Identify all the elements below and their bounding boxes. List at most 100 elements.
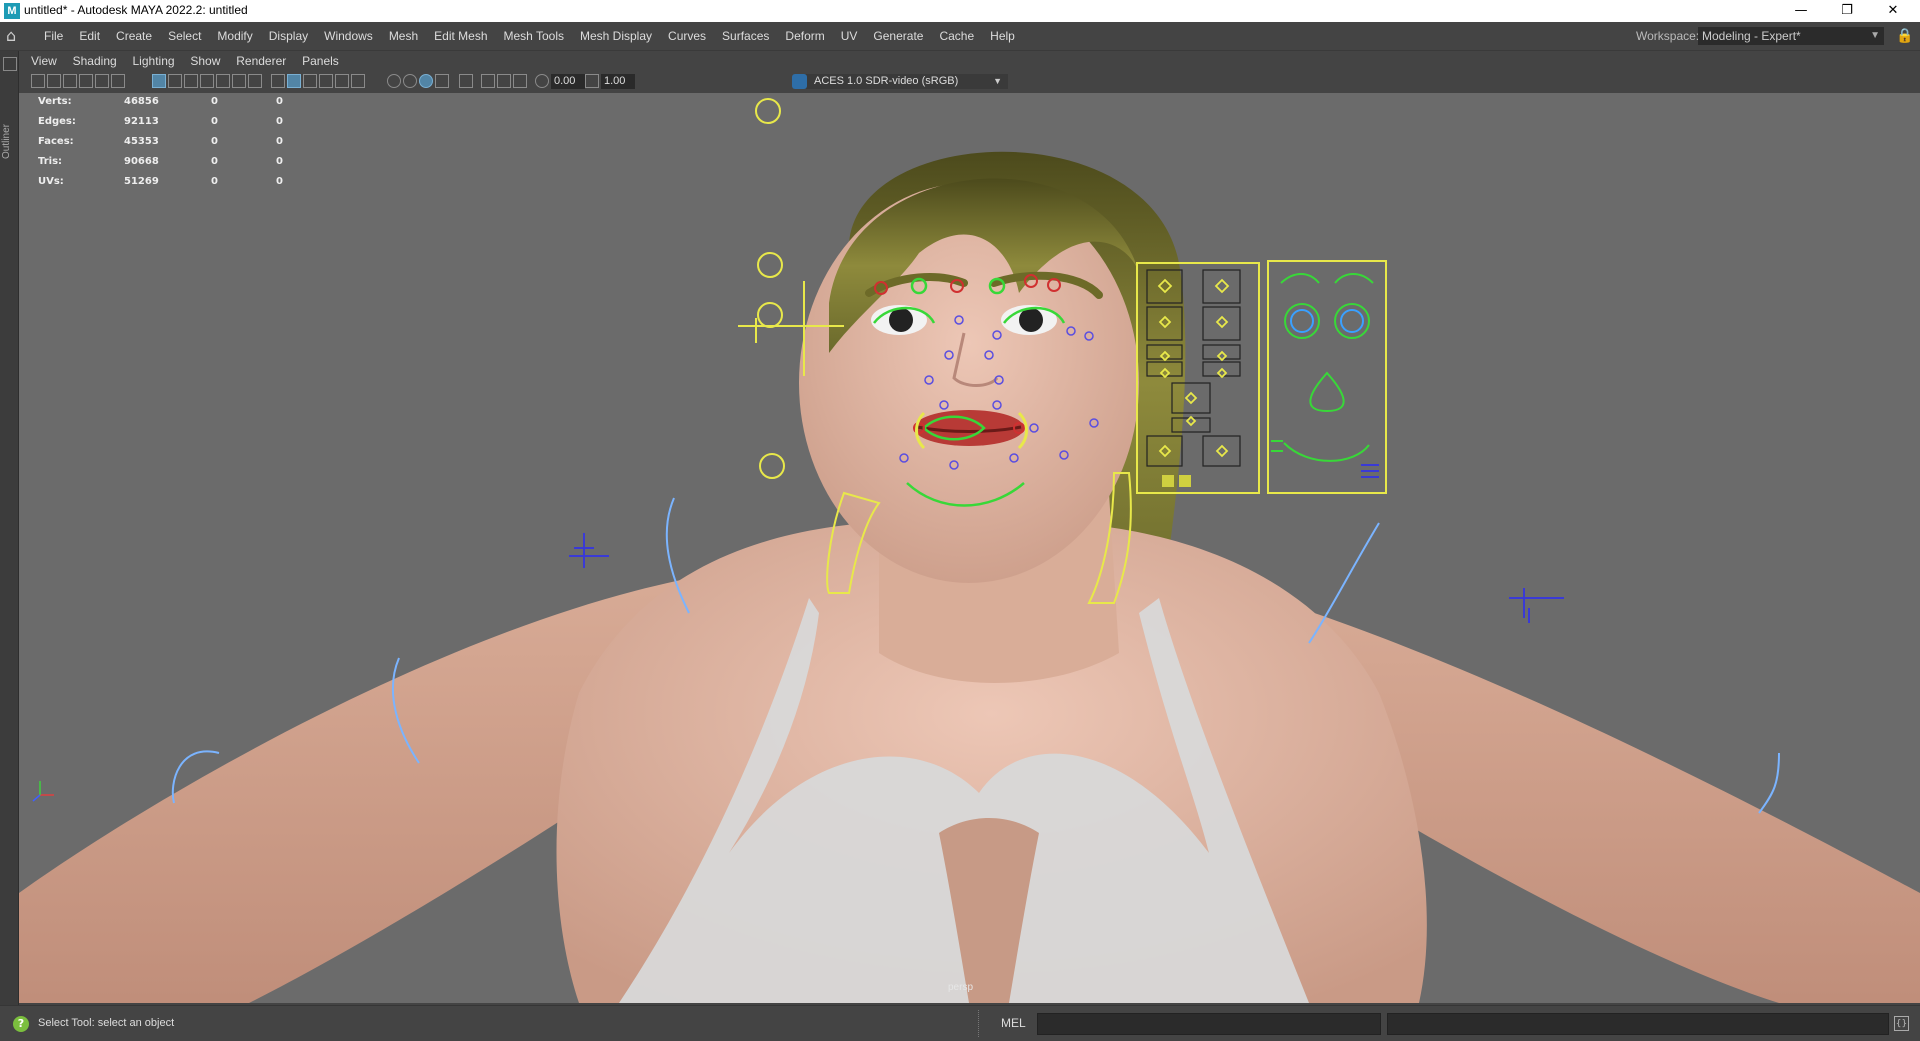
- select-camera-icon[interactable]: [31, 74, 45, 88]
- menu-generate[interactable]: Generate: [865, 22, 931, 50]
- backface-culling-icon[interactable]: [513, 74, 527, 88]
- outliner-toggle-icon[interactable]: [3, 57, 17, 71]
- chevron-down-icon: ▼: [1870, 30, 1880, 41]
- panel-menu-panels[interactable]: Panels: [296, 51, 345, 71]
- panel-menu-renderer[interactable]: Renderer: [230, 51, 292, 71]
- shadows-icon[interactable]: [387, 74, 401, 88]
- help-line: ? Select Tool: select an object MEL {}: [0, 1005, 1920, 1041]
- textured-icon[interactable]: [319, 74, 333, 88]
- hud-value: 0: [211, 156, 218, 167]
- menu-mesh-tools[interactable]: Mesh Tools: [496, 22, 572, 50]
- image-plane-icon[interactable]: [79, 74, 93, 88]
- isolate-select-icon[interactable]: [459, 74, 473, 88]
- main-menu-bar: ⌂ File Edit Create Select Modify Display…: [0, 22, 1920, 51]
- color-management-icon[interactable]: [792, 74, 807, 89]
- script-language-toggle[interactable]: MEL: [1001, 1016, 1026, 1030]
- menu-file[interactable]: File: [36, 22, 71, 50]
- chevron-down-icon: ▼: [993, 76, 1002, 86]
- view-transform-value: ACES 1.0 SDR-video (sRGB): [814, 75, 959, 87]
- safe-title-icon[interactable]: [248, 74, 262, 88]
- hud-value: 90668: [124, 156, 159, 167]
- hud-value: 0: [276, 156, 283, 167]
- xray-joints-icon[interactable]: [481, 74, 495, 88]
- menu-curves[interactable]: Curves: [660, 22, 714, 50]
- menu-help[interactable]: Help: [982, 22, 1023, 50]
- camera-attributes-icon[interactable]: [47, 74, 61, 88]
- perspective-viewport[interactable]: Verts: 46856 0 0 Edges: 92113 0 0 Faces:…: [19, 93, 1920, 1003]
- view-axis-gizmo: [32, 781, 54, 802]
- hud-label: Faces:: [38, 136, 74, 147]
- hud-value: 0: [276, 116, 283, 127]
- xray-active-components-icon[interactable]: [497, 74, 511, 88]
- panel-menu-lighting[interactable]: Lighting: [127, 51, 181, 71]
- help-question-icon[interactable]: ?: [13, 1016, 29, 1032]
- workspace-label: Workspace:: [1636, 29, 1700, 43]
- ambient-occlusion-icon[interactable]: [403, 74, 417, 88]
- hud-value: 92113: [124, 116, 159, 127]
- resolution-gate-icon[interactable]: [184, 74, 198, 88]
- menu-mesh-display[interactable]: Mesh Display: [572, 22, 660, 50]
- menu-display[interactable]: Display: [261, 22, 316, 50]
- script-editor-icon[interactable]: {}: [1894, 1016, 1909, 1031]
- divider: [978, 1010, 981, 1037]
- anti-aliasing-icon[interactable]: [419, 74, 433, 88]
- maya-logo-icon: M: [4, 3, 20, 19]
- menu-create[interactable]: Create: [108, 22, 160, 50]
- safe-action-icon[interactable]: [232, 74, 246, 88]
- hud-value: 46856: [124, 96, 159, 107]
- window-title: untitled* - Autodesk MAYA 2022.2: untitl…: [24, 3, 248, 17]
- hud-value: 45353: [124, 136, 159, 147]
- home-icon[interactable]: ⌂: [6, 27, 24, 45]
- viewport-scene[interactable]: [19, 93, 1920, 1003]
- exposure-field[interactable]: 0.00: [551, 74, 585, 89]
- view-transform-dropdown[interactable]: ACES 1.0 SDR-video (sRGB) ▼: [792, 74, 1008, 89]
- workspace-value: Modeling - Expert*: [1702, 29, 1801, 43]
- hud-label: Edges:: [38, 116, 76, 127]
- 2d-pan-zoom-icon[interactable]: [95, 74, 109, 88]
- menu-edit[interactable]: Edit: [71, 22, 108, 50]
- grease-pencil-icon[interactable]: [111, 74, 125, 88]
- command-line-input[interactable]: [1037, 1013, 1381, 1035]
- title-bar: M untitled* - Autodesk MAYA 2022.2: unti…: [0, 0, 1920, 22]
- menu-cache[interactable]: Cache: [931, 22, 982, 50]
- menu-modify[interactable]: Modify: [209, 22, 260, 50]
- gamma-icon[interactable]: [585, 74, 599, 88]
- picker-button-a: [1162, 475, 1174, 487]
- minimize-icon[interactable]: —: [1778, 0, 1824, 22]
- smooth-shade-icon[interactable]: [287, 74, 301, 88]
- outliner-collapsed-strip[interactable]: Outliner: [0, 51, 19, 1005]
- depth-of-field-icon[interactable]: [435, 74, 449, 88]
- menu-windows[interactable]: Windows: [316, 22, 381, 50]
- wireframe-icon[interactable]: [271, 74, 285, 88]
- xray-icon[interactable]: [335, 74, 349, 88]
- lock-icon[interactable]: 🔒: [1896, 27, 1914, 45]
- close-icon[interactable]: ✕: [1870, 0, 1916, 22]
- wireframe-on-shaded-icon[interactable]: [303, 74, 317, 88]
- gamma-field[interactable]: 1.00: [601, 74, 635, 89]
- panel-menu-shading[interactable]: Shading: [67, 51, 123, 71]
- menu-uv[interactable]: UV: [833, 22, 866, 50]
- restore-icon[interactable]: ❐: [1824, 0, 1870, 22]
- use-all-lights-icon[interactable]: [351, 74, 365, 88]
- grid-icon[interactable]: [152, 74, 166, 88]
- field-chart-icon[interactable]: [216, 74, 230, 88]
- viewport-toolbar: 0.00 1.00 ACES 1.0 SDR-video (sRGB) ▼: [19, 71, 1920, 94]
- menu-edit-mesh[interactable]: Edit Mesh: [426, 22, 495, 50]
- camera-name-label: persp: [948, 982, 974, 993]
- gate-mask-icon[interactable]: [200, 74, 214, 88]
- panel-menu-show[interactable]: Show: [184, 51, 226, 71]
- bookmarks-icon[interactable]: [63, 74, 77, 88]
- menu-surfaces[interactable]: Surfaces: [714, 22, 777, 50]
- panel-menu-bar: View Shading Lighting Show Renderer Pane…: [19, 51, 1920, 71]
- hud-value: 0: [211, 136, 218, 147]
- exposure-icon[interactable]: [535, 74, 549, 88]
- menu-deform[interactable]: Deform: [777, 22, 832, 50]
- outliner-label: Outliner: [1, 123, 12, 159]
- menu-select[interactable]: Select: [160, 22, 209, 50]
- film-gate-icon[interactable]: [168, 74, 182, 88]
- left-iris: [889, 308, 913, 332]
- panel-menu-view[interactable]: View: [25, 51, 63, 71]
- menu-mesh[interactable]: Mesh: [381, 22, 426, 50]
- head: [799, 183, 1139, 583]
- workspace-dropdown[interactable]: Modeling - Expert* ▼: [1698, 27, 1884, 45]
